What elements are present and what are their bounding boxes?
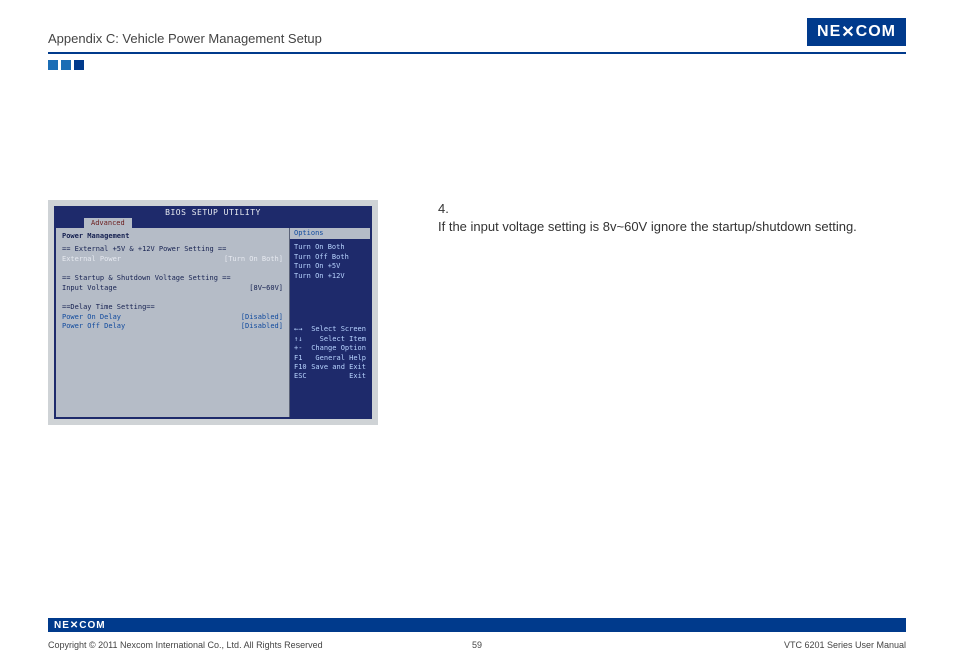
bios-setting-row: Input Voltage [8V~60V] bbox=[62, 284, 283, 293]
content-area: BIOS SETUP UTILITY Advanced Power Manage… bbox=[0, 70, 954, 425]
bios-tab-advanced: Advanced bbox=[84, 218, 132, 228]
header-divider bbox=[48, 52, 906, 54]
logo-x-icon: ✕ bbox=[841, 22, 855, 42]
header-logo: NE✕COM bbox=[807, 18, 906, 46]
bios-setting-row: External Power [Turn On Both] bbox=[62, 255, 283, 264]
bios-main-panel: Power Management == External +5V & +12V … bbox=[56, 228, 370, 417]
bios-right-panel: Options Turn On Both Turn Off Both Turn … bbox=[290, 228, 370, 417]
header-title: Appendix C: Vehicle Power Management Set… bbox=[48, 31, 322, 46]
bios-section-title: Power Management bbox=[62, 232, 283, 241]
page-header: Appendix C: Vehicle Power Management Set… bbox=[0, 0, 954, 46]
bios-setting-label: Power Off Delay bbox=[62, 322, 125, 331]
bios-group-header: ==Delay Time Setting== bbox=[62, 303, 283, 312]
bios-option: Turn Off Both bbox=[294, 253, 366, 262]
bios-help-row: +-Change Option bbox=[294, 344, 366, 353]
bios-frame: BIOS SETUP UTILITY Advanced Power Manage… bbox=[54, 206, 372, 419]
square-icon bbox=[74, 60, 84, 70]
square-icon bbox=[61, 60, 71, 70]
bios-setting-value: [Disabled] bbox=[241, 322, 283, 331]
decorative-squares bbox=[48, 60, 954, 70]
bios-setting-value: [Disabled] bbox=[241, 313, 283, 322]
bios-screenshot: BIOS SETUP UTILITY Advanced Power Manage… bbox=[48, 200, 378, 425]
bios-options-header: Options bbox=[290, 228, 370, 239]
bios-group-header: == External +5V & +12V Power Setting == bbox=[62, 245, 283, 254]
bios-group-header: == Startup & Shutdown Voltage Setting == bbox=[62, 274, 283, 283]
bios-setting-row: Power On Delay [Disabled] bbox=[62, 313, 283, 322]
footer-page-number: 59 bbox=[48, 640, 906, 650]
bios-setting-row: Power Off Delay [Disabled] bbox=[62, 322, 283, 331]
footer-text-row: Copyright © 2011 Nexcom International Co… bbox=[48, 640, 906, 650]
bios-help-row: ←→Select Screen bbox=[294, 325, 366, 334]
bios-help-row: F1General Help bbox=[294, 354, 366, 363]
footer-bar: NE✕COM bbox=[48, 618, 906, 632]
bios-setting-value: [8V~60V] bbox=[249, 284, 283, 293]
bios-help-row: F10Save and Exit bbox=[294, 363, 366, 372]
bios-option: Turn On Both bbox=[294, 243, 366, 252]
bios-setting-label: Input Voltage bbox=[62, 284, 117, 293]
bios-left-panel: Power Management == External +5V & +12V … bbox=[56, 228, 290, 417]
step-body: If the input voltage setting is 8v~60V i… bbox=[438, 218, 857, 236]
bios-option: Turn On +5V bbox=[294, 262, 366, 271]
bios-help-row: ↑↓Select Item bbox=[294, 335, 366, 344]
bios-setting-label: External Power bbox=[62, 255, 121, 264]
footer-logo: NE✕COM bbox=[54, 620, 106, 631]
square-icon bbox=[48, 60, 58, 70]
bios-setting-value: [Turn On Both] bbox=[224, 255, 283, 264]
bios-title: BIOS SETUP UTILITY bbox=[54, 208, 372, 217]
bios-setting-label: Power On Delay bbox=[62, 313, 121, 322]
bios-option: Turn On +12V bbox=[294, 272, 366, 281]
step-number: 4. bbox=[438, 200, 857, 218]
bios-help-row: ESCExit bbox=[294, 372, 366, 381]
instruction-text: 4. If the input voltage setting is 8v~60… bbox=[438, 200, 857, 425]
